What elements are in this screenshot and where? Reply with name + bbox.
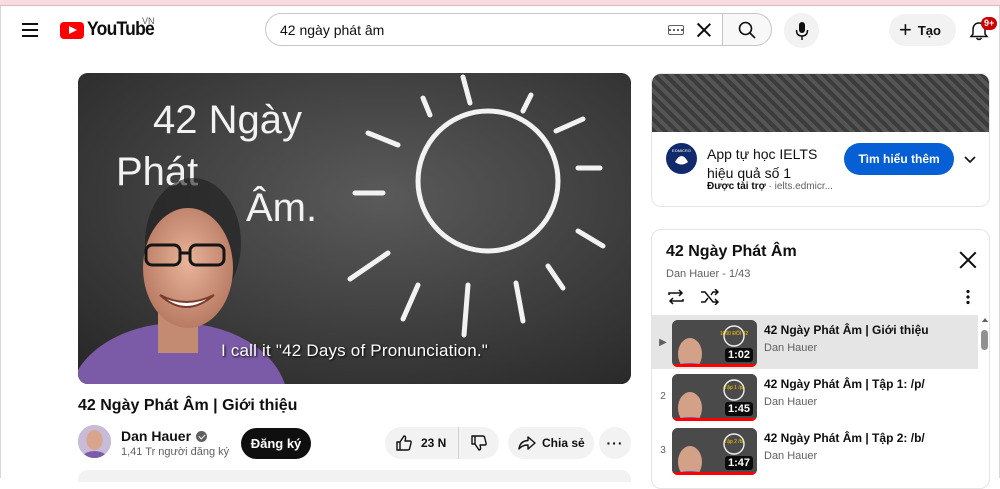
scrollbar-thumb[interactable]	[981, 330, 988, 350]
window-border-left	[0, 6, 1, 478]
country-code: VN	[142, 16, 155, 26]
duration-badge: 1:47	[724, 456, 753, 470]
ad-logo[interactable]: EDMICRO	[666, 143, 697, 174]
keyboard-icon[interactable]	[668, 24, 684, 35]
video-player[interactable]: 42 Ngày Phát Âm. I call it "42 Days of P…	[78, 73, 631, 384]
ad-title[interactable]: App tự học IELTS hiệu quả số 1	[707, 145, 832, 183]
shuffle-icon[interactable]	[700, 289, 720, 305]
description-box[interactable]	[78, 470, 631, 482]
playlist-subtitle: Dan Hauer - 1/43	[666, 268, 750, 280]
subscriber-count: 1,41 Tr người đăng ký	[121, 446, 230, 458]
ad-logo-mark: EDMICRO	[666, 143, 697, 174]
playlist-item-thumbnail[interactable]: 1000 ĐÔI 42 1:02	[672, 320, 757, 367]
search-box	[265, 13, 722, 46]
like-count: 23 N	[421, 436, 447, 450]
sponsored-label: Được tài trợ	[707, 181, 766, 192]
now-playing-indicator: ▶	[659, 337, 667, 348]
playlist-item-thumbnail[interactable]: Tập 2 /b/ 1:47	[672, 428, 757, 475]
playlist-item-channel: Dan Hauer	[764, 396, 818, 408]
playlist-item-title: 42 Ngày Phát Âm | Tập 2: /b/	[764, 431, 925, 445]
thumbnail-badge: 1000 ĐÔI 42	[720, 330, 749, 337]
playlist-item-index: 3	[660, 445, 666, 456]
playlist-item[interactable]: ▶ 1000 ĐÔI 42 1:02 42 Ngày Phát Âm | Giớ…	[652, 315, 978, 369]
playlist-item-channel: Dan Hauer	[764, 450, 818, 462]
search-input[interactable]	[280, 14, 668, 45]
create-button[interactable]: + Tạo	[889, 14, 956, 46]
menu-icon[interactable]	[18, 18, 42, 42]
thumbnail-line1: 42 Ngày	[153, 98, 302, 142]
search-icon	[738, 21, 756, 39]
playlist-item-index: 2	[660, 391, 666, 402]
subscribe-button[interactable]: Đăng ký	[241, 428, 311, 459]
search-button[interactable]	[722, 13, 772, 46]
share-icon	[518, 436, 536, 450]
channel-avatar[interactable]	[78, 425, 111, 458]
watched-progress-bar	[672, 472, 757, 475]
playlist-item[interactable]: 2 Tập 1 /p/ 1:45 42 Ngày Phát Âm | Tập 1…	[652, 369, 989, 423]
microphone-icon	[795, 21, 808, 40]
verified-icon	[196, 430, 208, 442]
playlist-items: ▶ 1000 ĐÔI 42 1:02 42 Ngày Phát Âm | Giớ…	[652, 315, 989, 477]
playlist-scrollbar[interactable]	[981, 318, 989, 478]
svg-text:EDMICRO: EDMICRO	[672, 148, 691, 153]
playlist-separator: -	[722, 268, 726, 280]
ad-meta: Được tài trợ · ielts.edmicr...	[707, 181, 833, 192]
thumbnail-badge: Tập 2 /b/	[724, 439, 744, 445]
close-playlist-icon[interactable]	[958, 250, 978, 270]
playlist-channel[interactable]: Dan Hauer	[666, 268, 719, 280]
duration-badge: 1:02	[724, 348, 753, 362]
masthead: YouTube VN + Tạo 9+	[0, 6, 1000, 54]
youtube-play-icon	[60, 21, 84, 39]
duration-badge: 1:45	[724, 402, 753, 416]
playlist-item-channel: Dan Hauer	[764, 342, 818, 354]
playlist-item-title: 42 Ngày Phát Âm | Giới thiệu	[764, 323, 929, 337]
playlist-title[interactable]: 42 Ngày Phát Âm	[666, 243, 797, 261]
scroll-up-arrow-icon[interactable]	[982, 318, 988, 322]
like-button[interactable]: 23 N	[385, 427, 459, 459]
sponsored-ad-card[interactable]: EDMICRO App tự học IELTS hiệu quả số 1 Đ…	[651, 73, 990, 207]
dislike-button[interactable]	[459, 434, 499, 452]
channel-name[interactable]: Dan Hauer	[121, 428, 208, 444]
loop-icon[interactable]	[666, 289, 686, 305]
create-label: Tạo	[917, 22, 941, 38]
thumbnail-badge: Tập 1 /p/	[724, 385, 744, 391]
thumbs-down-icon	[471, 435, 487, 451]
share-button[interactable]: Chia sẻ	[508, 427, 594, 459]
ad-meta-separator: ·	[768, 181, 772, 192]
avatar-image	[78, 425, 111, 458]
thumbnail-line3: Âm.	[246, 185, 317, 230]
channel-name-text: Dan Hauer	[121, 428, 192, 444]
share-label: Chia sẻ	[542, 436, 585, 450]
like-dislike-group: 23 N	[385, 427, 499, 459]
watched-progress-bar	[672, 418, 757, 421]
ad-banner-image	[652, 74, 989, 132]
plus-icon: +	[899, 17, 912, 42]
thumbs-up-icon	[396, 435, 412, 451]
playlist-panel: 42 Ngày Phát Âm Dan Hauer - 1/43 ▶ 1000 …	[651, 229, 990, 489]
learn-more-button[interactable]: Tìm hiểu thêm	[844, 143, 954, 175]
clear-search-icon[interactable]	[694, 20, 714, 40]
ad-domain: ielts.edmicr...	[774, 181, 833, 192]
playlist-item-thumbnail[interactable]: Tập 1 /p/ 1:45	[672, 374, 757, 421]
playlist-position: 1/43	[729, 268, 751, 280]
more-actions-button[interactable]: ···	[599, 427, 631, 459]
voice-search-button[interactable]	[784, 13, 819, 48]
chevron-down-icon[interactable]	[962, 151, 978, 167]
video-caption: I call it "42 Days of Pronunciation."	[220, 341, 489, 360]
video-title: 42 Ngày Phát Âm | Giới thiệu	[78, 397, 298, 414]
playlist-item[interactable]: 3 Tập 2 /b/ 1:47 42 Ngày Phát Âm | Tập 2…	[652, 423, 989, 477]
watched-progress-bar	[672, 364, 757, 367]
video-frame: 42 Ngày Phát Âm.	[78, 73, 631, 384]
notification-count-badge: 9+	[981, 17, 998, 30]
playlist-item-title: 42 Ngày Phát Âm | Tập 1: /p/	[764, 377, 925, 391]
more-vertical-icon[interactable]	[962, 289, 974, 305]
